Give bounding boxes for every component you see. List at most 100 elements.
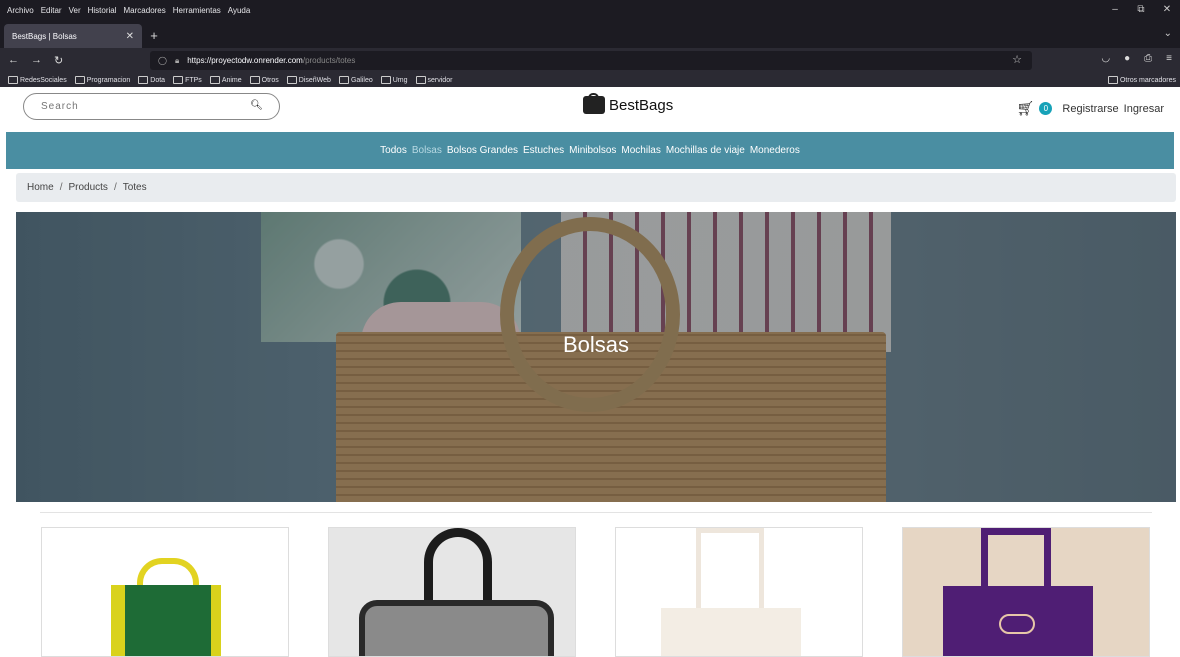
- close-window-icon[interactable]: ✕: [1154, 0, 1180, 20]
- folder-icon: [415, 76, 426, 84]
- brand-logo-link[interactable]: BestBags: [583, 93, 674, 114]
- product-embroidery: [999, 614, 1035, 634]
- hamburger-menu-icon[interactable]: ≡: [1166, 53, 1172, 64]
- menu-editar[interactable]: Editar: [41, 6, 62, 15]
- search-icon[interactable]: 🔍︎: [250, 100, 263, 111]
- bookmark-label: servidor: [427, 76, 453, 84]
- folder-icon: [380, 76, 391, 84]
- bookmark-folder[interactable]: Otros: [249, 76, 279, 84]
- browser-chrome: Archivo Editar Ver Historial Marcadores …: [0, 0, 1180, 87]
- nav-link-monederos[interactable]: Monederos: [750, 145, 800, 156]
- nav-link-mochillas-de-viaje[interactable]: Mochillas de viaje: [666, 145, 745, 156]
- restore-icon[interactable]: ⧉: [1128, 0, 1154, 20]
- url-text: https://proyectodw.onrender.com/products…: [187, 56, 355, 65]
- breadcrumb-separator: /: [59, 182, 63, 193]
- folder-icon: [74, 76, 85, 84]
- bookmark-folder[interactable]: Anime: [209, 76, 242, 84]
- url-bar[interactable]: ◯ 🔒︎ https://proyectodw.onrender.com/pro…: [150, 51, 1032, 70]
- hero-banner: Bolsas: [16, 212, 1176, 502]
- menu-ver[interactable]: Ver: [69, 6, 81, 15]
- other-bookmarks-label: Otros marcadores: [1119, 76, 1176, 84]
- folder-icon: [286, 76, 297, 84]
- bookmark-label: Umg: [392, 76, 408, 84]
- product-card[interactable]: [41, 527, 289, 657]
- bookmark-folder[interactable]: servidor: [415, 76, 453, 84]
- minimize-icon[interactable]: –: [1102, 0, 1128, 20]
- cart-icon[interactable]: 🛒︎: [1017, 100, 1035, 117]
- bookmark-star-icon[interactable]: ☆: [1012, 53, 1022, 66]
- brand-name: BestBags: [609, 96, 674, 114]
- pocket-icon[interactable]: ◡: [1101, 53, 1110, 64]
- reload-icon[interactable]: ↻: [54, 54, 63, 67]
- site-header: 🔍︎ BestBags 🛒︎ 0 Registrarse Ingresar: [0, 87, 1180, 127]
- bag-logo-icon: [583, 93, 605, 114]
- nav-link-mochilas[interactable]: Mochilas: [621, 145, 660, 156]
- section-divider: [40, 512, 1152, 513]
- product-image: [359, 600, 554, 656]
- search-input[interactable]: [39, 100, 243, 113]
- folder-icon: [138, 76, 149, 84]
- window-controls: – ⧉ ✕: [1102, 0, 1180, 20]
- menu-bar: Archivo Editar Ver Historial Marcadores …: [0, 0, 1180, 20]
- bookmark-label: FTPs: [185, 76, 202, 84]
- product-card[interactable]: [902, 527, 1150, 657]
- back-icon[interactable]: ←: [8, 54, 19, 67]
- bookmark-label: DiseñWeb: [298, 76, 331, 84]
- product-card[interactable]: [615, 527, 863, 657]
- menu-archivo[interactable]: Archivo: [7, 6, 34, 15]
- folder-icon: [338, 76, 349, 84]
- bookmark-folder[interactable]: DiseñWeb: [286, 76, 331, 84]
- url-host: https://proyectodw.onrender.com: [187, 56, 303, 65]
- account-icon[interactable]: ●: [1124, 53, 1130, 64]
- login-link[interactable]: Ingresar: [1124, 103, 1164, 115]
- nav-link-minibolsos[interactable]: Minibolsos: [569, 145, 616, 156]
- nav-link-bolsas[interactable]: Bolsas: [412, 145, 442, 156]
- folder-icon: [8, 76, 18, 84]
- nav-link-bolsos-grandes[interactable]: Bolsos Grandes: [447, 145, 518, 156]
- breadcrumb-separator: /: [113, 182, 117, 193]
- breadcrumb-home[interactable]: Home: [27, 182, 54, 193]
- menu-herramientas[interactable]: Herramientas: [173, 6, 221, 15]
- nav-toolbar: ← → ↻ ◯ 🔒︎ https://proyectodw.onrender.c…: [0, 48, 1180, 73]
- breadcrumb-products[interactable]: Products: [68, 182, 107, 193]
- bookmark-folder[interactable]: FTPs: [173, 76, 202, 84]
- new-tab-button[interactable]: +: [142, 24, 166, 48]
- product-image: [111, 585, 221, 656]
- shield-icon[interactable]: ◯: [158, 56, 167, 65]
- extensions-icon[interactable]: ⎙: [1144, 53, 1152, 64]
- product-card[interactable]: [328, 527, 576, 657]
- tab-strip: BestBags | Bolsas ✕ + ⌄: [0, 20, 1180, 48]
- product-image: [661, 608, 801, 656]
- other-bookmarks[interactable]: Otros marcadores: [1107, 76, 1176, 84]
- search-box: 🔍︎: [23, 93, 280, 120]
- nav-link-estuches[interactable]: Estuches: [523, 145, 564, 156]
- folder-icon: [1107, 76, 1118, 84]
- breadcrumb-current: Totes: [122, 182, 147, 193]
- menu-ayuda[interactable]: Ayuda: [228, 6, 251, 15]
- breadcrumb: Home / Products / Totes: [16, 173, 1176, 202]
- register-link[interactable]: Registrarse: [1062, 103, 1118, 115]
- bookmark-label: Programacion: [86, 76, 131, 84]
- folder-icon: [173, 76, 184, 84]
- menu-historial[interactable]: Historial: [88, 6, 117, 15]
- folder-icon: [209, 76, 220, 84]
- forward-icon[interactable]: →: [31, 54, 42, 67]
- menu-marcadores[interactable]: Marcadores: [124, 6, 166, 15]
- product-image-handle: [981, 528, 1051, 593]
- bookmark-folder[interactable]: Umg: [380, 76, 408, 84]
- bookmark-folder[interactable]: RedesSociales: [8, 76, 67, 84]
- user-area: 🛒︎ 0 Registrarse Ingresar: [1017, 100, 1164, 117]
- bookmarks-bar: RedesSociales Programacion Dota FTPs Ani…: [0, 73, 1180, 87]
- tab-bestbags[interactable]: BestBags | Bolsas ✕: [4, 24, 142, 48]
- close-tab-icon[interactable]: ✕: [126, 31, 134, 42]
- list-tabs-chevron-icon[interactable]: ⌄: [1164, 28, 1172, 39]
- lock-icon[interactable]: 🔒︎: [175, 56, 179, 66]
- bookmark-label: Otros: [261, 76, 279, 84]
- bookmark-folder[interactable]: Galileo: [338, 76, 373, 84]
- cart-count-badge: 0: [1039, 102, 1053, 115]
- bookmark-folder[interactable]: Programacion: [74, 76, 131, 84]
- bookmark-folder[interactable]: Dota: [138, 76, 165, 84]
- tab-title: BestBags | Bolsas: [12, 31, 77, 41]
- nav-link-todos[interactable]: Todos: [380, 145, 407, 156]
- category-nav: Todos Bolsas Bolsos Grandes Estuches Min…: [6, 132, 1174, 169]
